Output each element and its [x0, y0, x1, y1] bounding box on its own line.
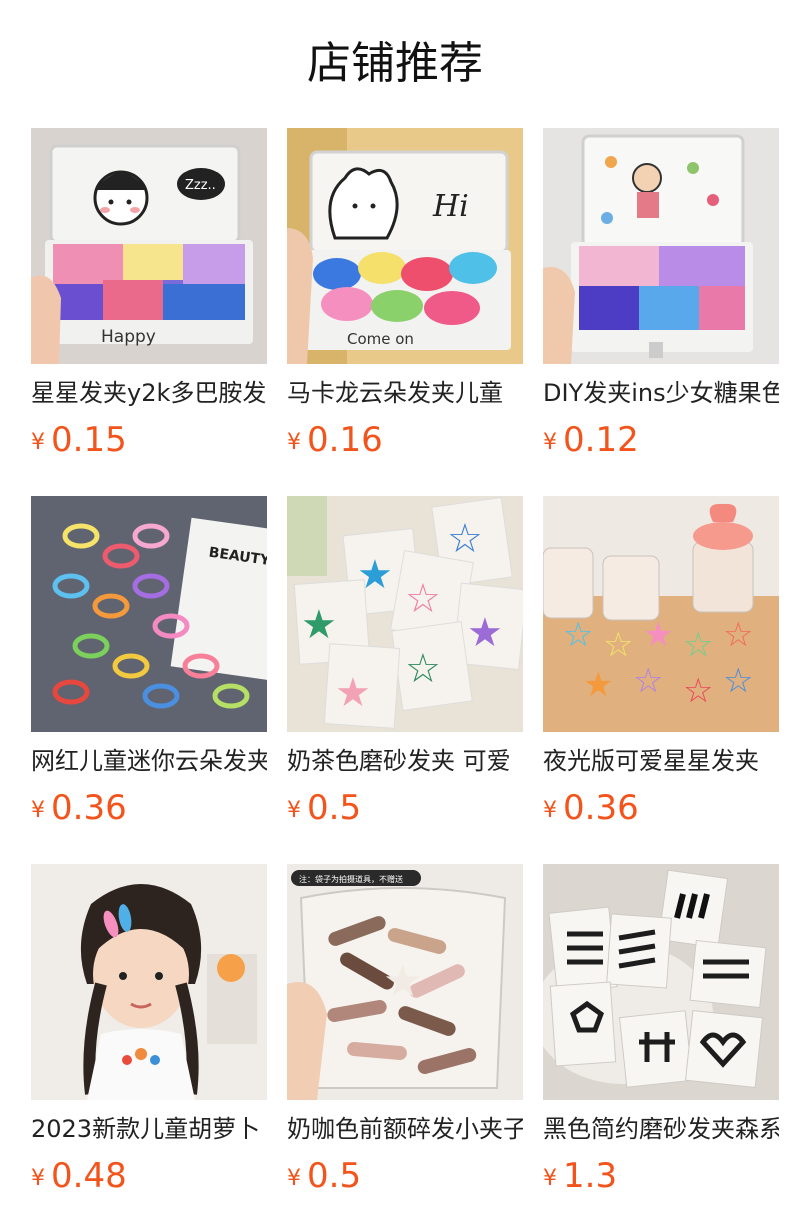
svg-text:★: ★ — [301, 602, 337, 648]
product-card[interactable]: DIY发夹ins少女糖果色 ¥0.12 — [543, 128, 779, 462]
product-card[interactable]: ☆ ☆ ★ ☆ ☆ ★ ☆ ☆ ☆ 夜光版可爱星星发夹 ¥0.36 — [543, 496, 779, 830]
svg-text:☆: ☆ — [633, 661, 663, 701]
product-name[interactable]: 夜光版可爱星星发夹 — [543, 744, 779, 778]
product-card[interactable]: 注：袋子为拍摄道具，不赠送 ★ 奶咖色前额碎发小夹子 ¥0.5 — [287, 864, 523, 1198]
svg-text:☆: ☆ — [405, 576, 441, 622]
product-price: ¥0.5 — [287, 1154, 523, 1198]
product-image[interactable]: 注：袋子为拍摄道具，不赠送 ★ — [287, 864, 523, 1100]
svg-text:☆: ☆ — [723, 615, 753, 655]
product-image[interactable]: Zzz.. Happy — [31, 128, 267, 364]
svg-text:☆: ☆ — [405, 646, 441, 692]
product-image[interactable]: BEAUTY — [31, 496, 267, 732]
price-value: 0.36 — [563, 788, 639, 828]
price-value: 0.48 — [51, 1156, 127, 1196]
product-price: ¥1.3 — [543, 1154, 779, 1198]
svg-text:☆: ☆ — [603, 625, 633, 665]
product-name[interactable]: 奶茶色磨砂发夹 可爱 — [287, 744, 523, 778]
product-price: ¥0.36 — [543, 786, 779, 830]
svg-text:注：袋子为拍摄道具，不赠送: 注：袋子为拍摄道具，不赠送 — [299, 874, 403, 884]
svg-text:Come on: Come on — [347, 330, 414, 348]
product-card[interactable]: Hi Come on 马卡龙云朵发夹儿童 ¥0.16 — [287, 128, 523, 462]
product-card[interactable]: ☆ ★ ☆ ★ ★ ☆ ★ 奶茶色磨砂发夹 可爱 ¥0.5 — [287, 496, 523, 830]
price-value: 0.5 — [307, 1156, 362, 1196]
currency-symbol: ¥ — [31, 798, 45, 823]
currency-symbol: ¥ — [543, 430, 557, 455]
product-card[interactable]: BEAUTY 网红儿童迷你云朵发夹 ¥0.36 — [31, 496, 267, 830]
svg-text:Happy: Happy — [101, 327, 156, 347]
product-image[interactable] — [543, 128, 779, 364]
svg-text:★: ★ — [467, 610, 503, 656]
product-price: ¥0.12 — [543, 418, 779, 462]
currency-symbol: ¥ — [543, 798, 557, 823]
product-price: ¥0.15 — [31, 418, 267, 462]
svg-text:★: ★ — [583, 665, 613, 705]
product-price: ¥0.5 — [287, 786, 523, 830]
svg-text:Hi: Hi — [432, 189, 469, 224]
price-value: 1.3 — [563, 1156, 618, 1196]
price-value: 0.36 — [51, 788, 127, 828]
svg-text:★: ★ — [357, 552, 393, 598]
product-name[interactable]: 马卡龙云朵发夹儿童 — [287, 376, 523, 410]
product-name[interactable]: 网红儿童迷你云朵发夹 — [31, 744, 267, 778]
product-image[interactable]: Hi Come on — [287, 128, 523, 364]
product-name[interactable]: DIY发夹ins少女糖果色 — [543, 376, 779, 410]
svg-text:★: ★ — [383, 956, 422, 1007]
product-name[interactable]: 黑色简约磨砂发夹森系 — [543, 1112, 779, 1146]
product-image[interactable]: ☆ ★ ☆ ★ ★ ☆ ★ — [287, 496, 523, 732]
price-value: 0.15 — [51, 420, 127, 460]
currency-symbol: ¥ — [31, 430, 45, 455]
currency-symbol: ¥ — [287, 430, 301, 455]
product-name[interactable]: 星星发夹y2k多巴胺发夹 — [31, 376, 267, 410]
product-price: ¥0.36 — [31, 786, 267, 830]
product-card[interactable]: 2023新款儿童胡萝卜 ¥0.48 — [31, 864, 267, 1198]
svg-text:☆: ☆ — [563, 615, 593, 655]
price-value: 0.12 — [563, 420, 639, 460]
product-price: ¥0.48 — [31, 1154, 267, 1198]
price-value: 0.5 — [307, 788, 362, 828]
currency-symbol: ¥ — [287, 1166, 301, 1191]
product-card[interactable]: 黑色简约磨砂发夹森系 ¥1.3 — [543, 864, 779, 1198]
product-price: ¥0.16 — [287, 418, 523, 462]
svg-text:☆: ☆ — [683, 625, 713, 665]
svg-text:★: ★ — [643, 615, 673, 655]
product-image[interactable] — [543, 864, 779, 1100]
page-title: 店铺推荐 — [307, 38, 483, 89]
svg-text:☆: ☆ — [683, 671, 713, 711]
currency-symbol: ¥ — [31, 1166, 45, 1191]
svg-text:Zzz..: Zzz.. — [185, 178, 216, 193]
svg-text:★: ★ — [335, 670, 371, 716]
product-image[interactable]: ☆ ☆ ★ ☆ ☆ ★ ☆ ☆ ☆ — [543, 496, 779, 732]
currency-symbol: ¥ — [543, 1166, 557, 1191]
product-name[interactable]: 2023新款儿童胡萝卜 — [31, 1112, 267, 1146]
currency-symbol: ¥ — [287, 798, 301, 823]
price-value: 0.16 — [307, 420, 383, 460]
product-image[interactable] — [31, 864, 267, 1100]
product-card[interactable]: Zzz.. Happy 星星发夹y2k多巴胺发夹 ¥0.15 — [31, 128, 267, 462]
svg-text:☆: ☆ — [447, 516, 483, 562]
product-name[interactable]: 奶咖色前额碎发小夹子 — [287, 1112, 523, 1146]
svg-text:☆: ☆ — [723, 661, 753, 701]
